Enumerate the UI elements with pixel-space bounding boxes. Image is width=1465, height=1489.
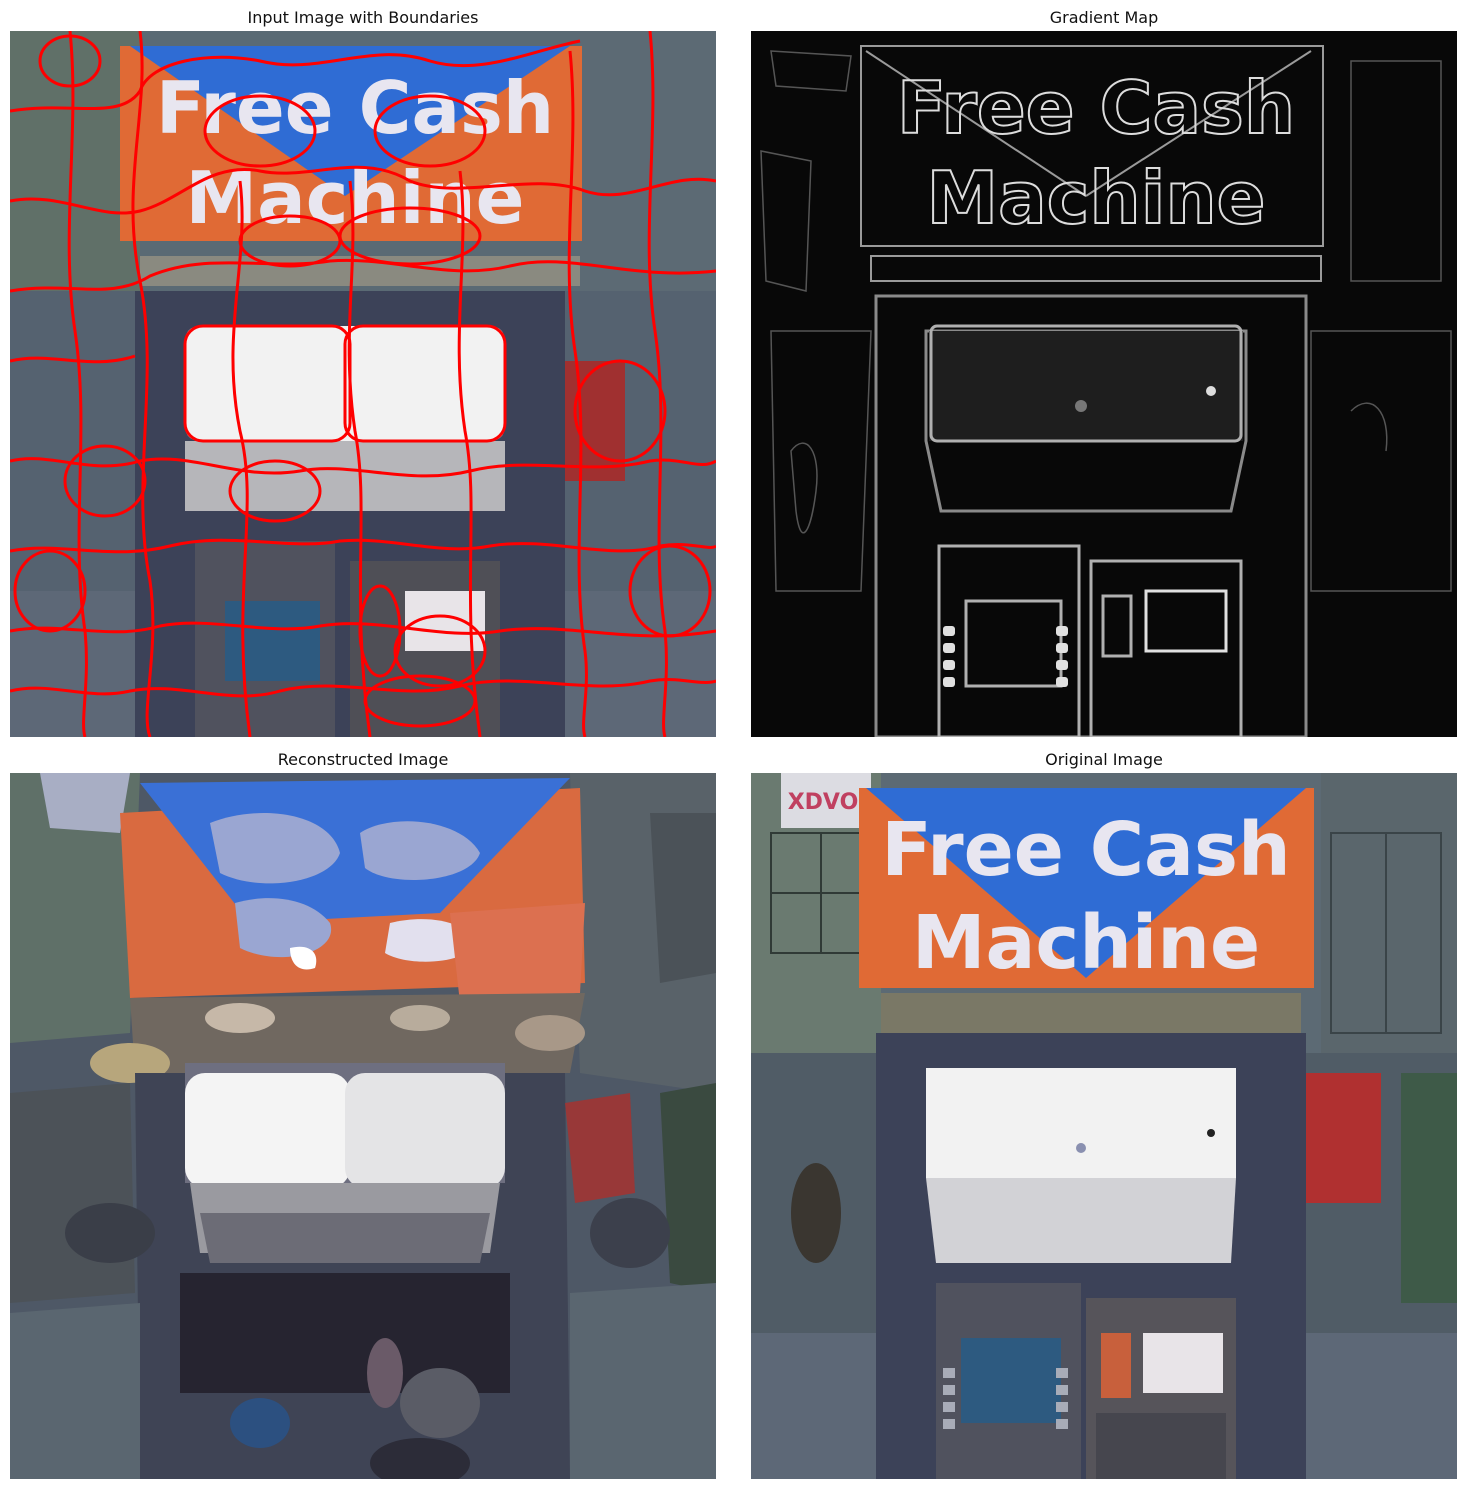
original-sign-line1-text: Free Cash bbox=[881, 807, 1290, 893]
boundaries-svg: Free Cash Machine bbox=[10, 31, 716, 737]
original-svg: XDVO Free Cash Machine bbox=[751, 773, 1457, 1479]
gradient-sign-line2-text: Machine bbox=[927, 156, 1266, 240]
original-card-sticker bbox=[1143, 1333, 1223, 1393]
gradient-panel-title: Gradient Map bbox=[1049, 8, 1159, 27]
gradient-image: Free Cash Machine bbox=[751, 31, 1457, 737]
original-atm-screen bbox=[926, 1068, 1236, 1178]
reconstructed-screen-right bbox=[345, 1073, 505, 1188]
reconstructed-screen-left bbox=[185, 1073, 350, 1188]
boundaries-panel-title: Input Image with Boundaries bbox=[247, 8, 479, 27]
original-sign-line2-text: Machine bbox=[912, 900, 1260, 986]
original-image: XDVO Free Cash Machine bbox=[751, 773, 1457, 1479]
reconstructed-panel-title: Reconstructed Image bbox=[277, 750, 449, 769]
reconstructed-svg bbox=[10, 773, 716, 1479]
gradient-sign-line1-text: Free Cash bbox=[897, 66, 1295, 150]
original-logo-text: XDVO bbox=[788, 790, 859, 815]
original-panel-title: Original Image bbox=[1045, 750, 1163, 769]
reconstructed-image bbox=[10, 773, 716, 1479]
boundaries-image: Free Cash Machine bbox=[10, 31, 716, 737]
gradient-svg: Free Cash Machine bbox=[751, 31, 1457, 737]
sign-line1-text: Free Cash bbox=[156, 66, 554, 150]
original-atm-display bbox=[961, 1338, 1061, 1423]
